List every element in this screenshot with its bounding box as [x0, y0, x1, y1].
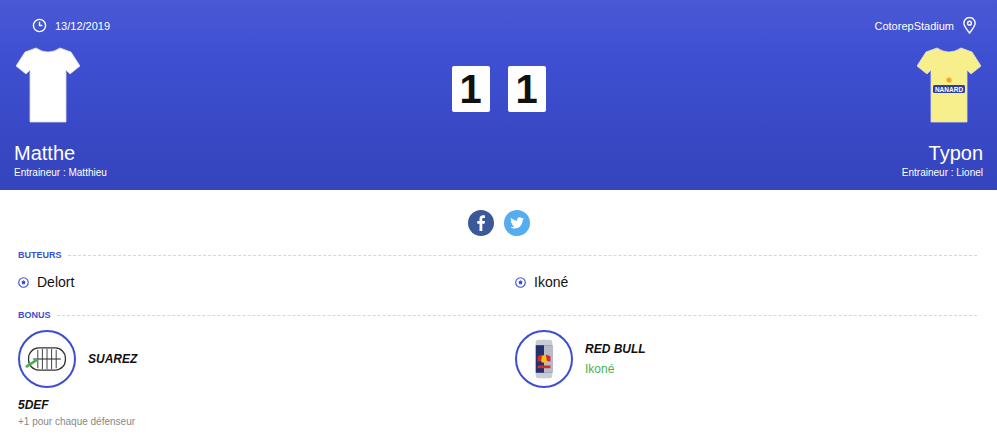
away-bonuses: RED BULL Ikoné	[515, 322, 977, 427]
match-page: 13/12/2019MattheEntraineur : Matthieu11C…	[0, 0, 997, 448]
away-team-name[interactable]: Typon	[929, 142, 983, 164]
section-title: BONUS	[18, 308, 977, 322]
scorers-section: BUTEURSDelortIkoné	[0, 248, 997, 296]
bonus-player: Ikoné	[585, 362, 646, 376]
home-score: 1	[452, 66, 490, 112]
away-jersey-icon: NANARD	[917, 44, 981, 124]
bonus-item: SUAREZ	[18, 330, 515, 388]
home-team: 13/12/2019 Matthe Entraineur : Matthieu	[14, 0, 452, 190]
scorer: Ikoné	[515, 262, 977, 296]
away-coach: Entraineur : Lionel	[902, 166, 983, 179]
bonus-badge	[18, 330, 76, 388]
score: 11	[452, 0, 546, 190]
bonus-badge	[515, 330, 573, 388]
bonus-section: BONUS SUAREZ 5DEF +1 pour chaque défenseur R…	[0, 308, 997, 427]
scorer: Delort	[18, 262, 515, 296]
bonus-name: SUAREZ	[88, 352, 137, 366]
ball-icon	[515, 277, 526, 288]
svg-text:NANARD: NANARD	[935, 86, 963, 93]
home-bonuses: SUAREZ 5DEF +1 pour chaque défenseur	[18, 322, 515, 427]
location-pin-icon	[962, 17, 977, 34]
section-title: BUTEURS	[18, 248, 977, 262]
home-coach: Entraineur : Matthieu	[14, 166, 107, 179]
away-score: 1	[508, 66, 546, 112]
away-team: CotorepStadium NANARD Typon Entraineur : Li…	[546, 0, 984, 190]
bonus-name: 5DEF	[18, 398, 135, 412]
match-banner: 13/12/2019MattheEntraineur : Matthieu11C…	[0, 0, 997, 190]
teeth-icon	[24, 336, 70, 382]
twitter-icon[interactable]	[504, 210, 530, 236]
home-jersey-icon	[16, 44, 80, 124]
home-team-name[interactable]: Matthe	[14, 142, 75, 164]
match-date: 13/12/2019	[14, 17, 110, 34]
clock-icon	[32, 18, 47, 33]
bonus-item: 5DEF +1 pour chaque défenseur	[18, 398, 515, 427]
bonus-description: +1 pour chaque défenseur	[18, 416, 135, 427]
bonus-item: RED BULL Ikoné	[515, 330, 977, 388]
facebook-icon[interactable]	[468, 210, 494, 236]
bonus-name: RED BULL	[585, 342, 646, 356]
home-scorers: Delort	[18, 262, 515, 296]
energy-can-icon	[521, 336, 567, 382]
stadium: CotorepStadium	[875, 17, 984, 34]
away-scorers: Ikoné	[515, 262, 977, 296]
share-bar	[0, 190, 997, 236]
divider	[68, 255, 977, 256]
ball-icon	[18, 277, 29, 288]
divider	[57, 315, 977, 316]
